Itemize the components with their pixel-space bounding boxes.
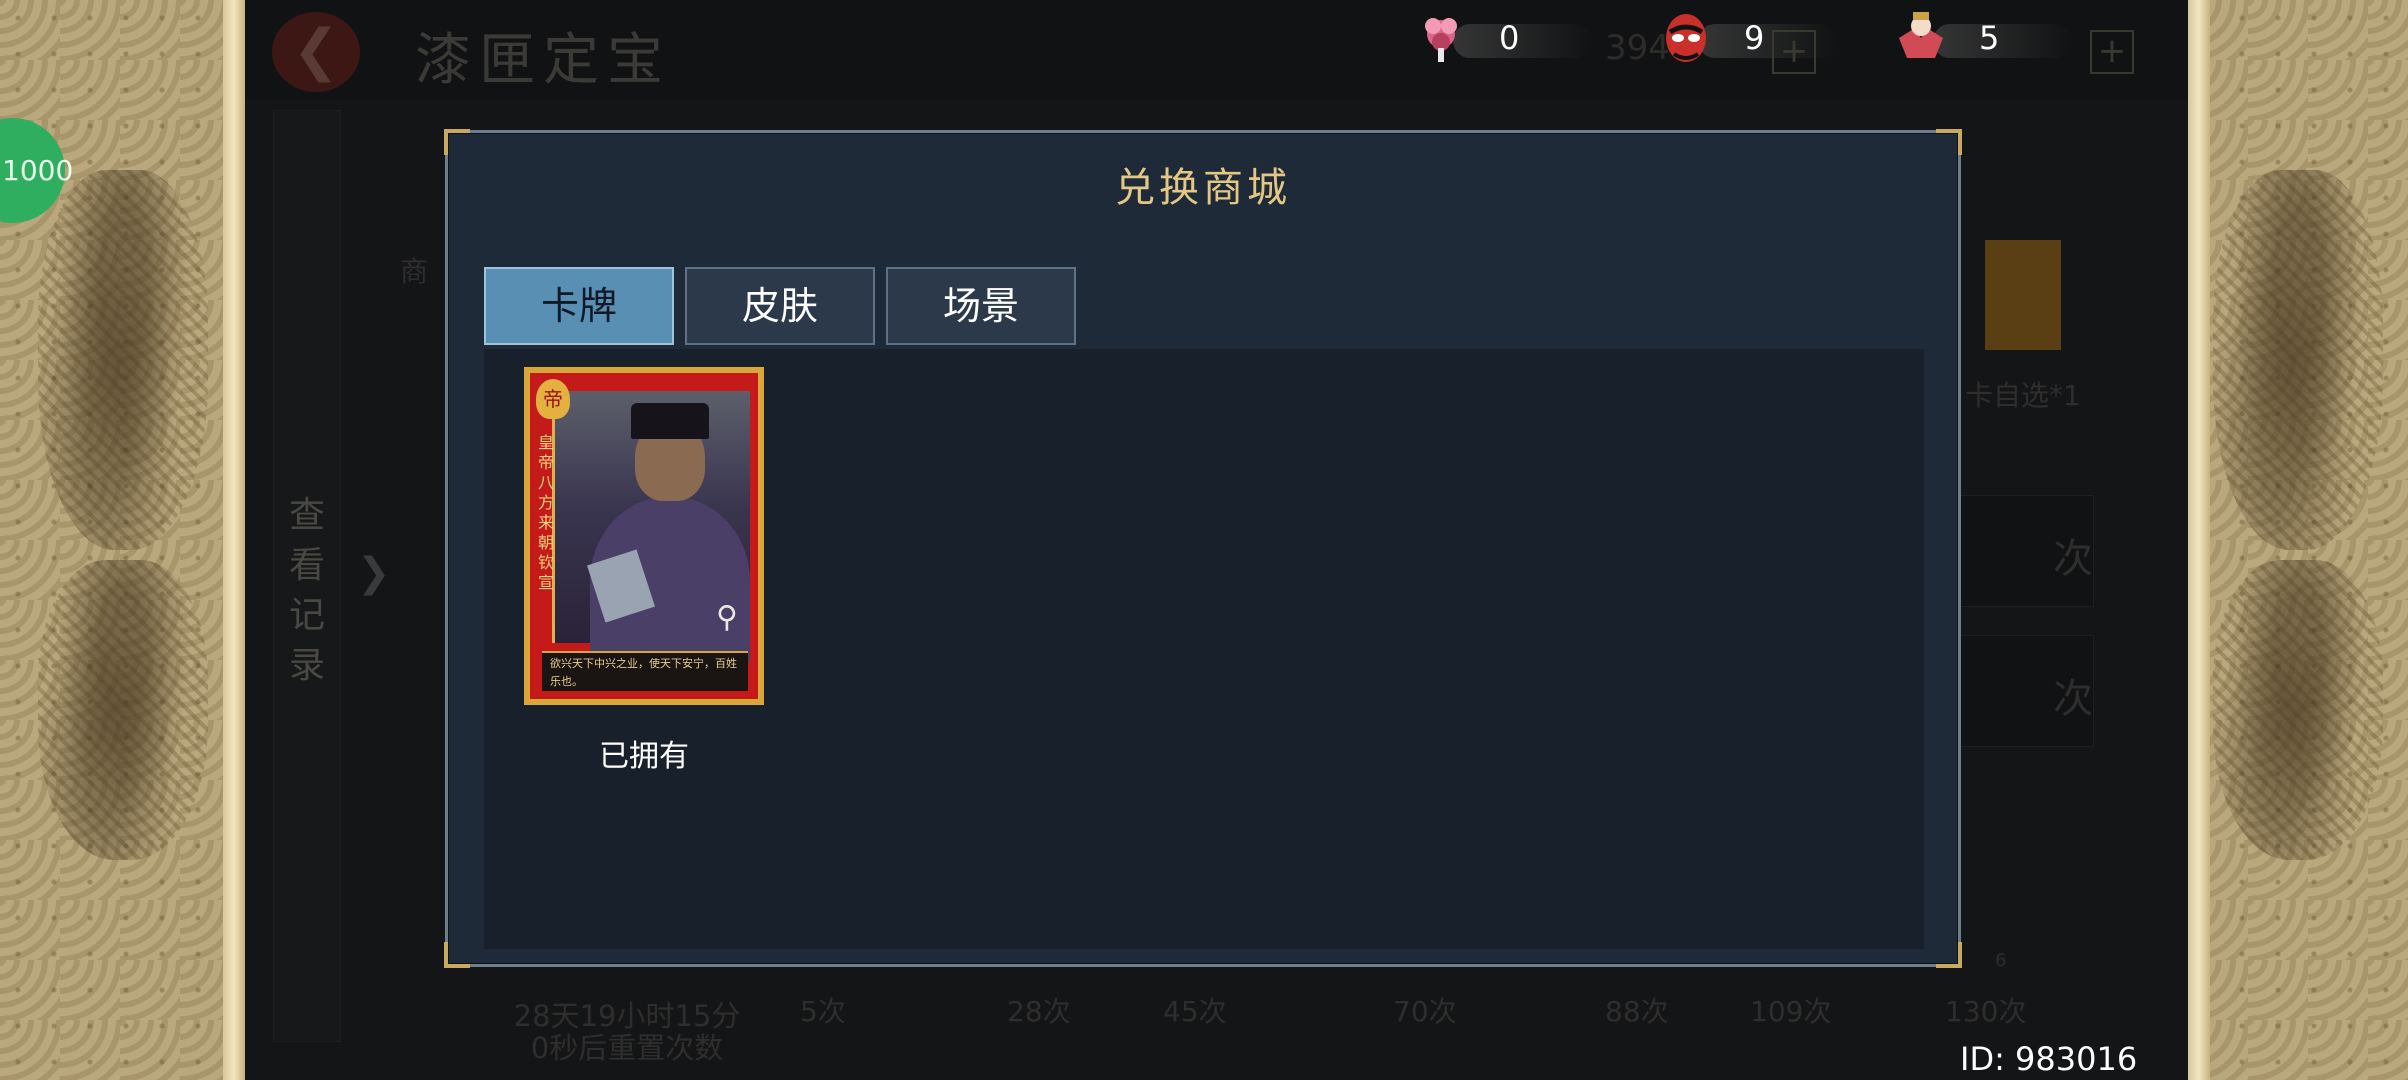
milestone-count: 88次 [1605, 995, 1669, 1028]
corner-ornament [1936, 942, 1962, 968]
dragon-ornament [37, 560, 208, 860]
screen-title: 漆匣定宝 [415, 28, 671, 93]
left-decorative-panel: 1000 [0, 0, 245, 1080]
reward-item-label: 卡自选*1 [1965, 379, 2081, 412]
view-records-label: 查看记录 [288, 495, 325, 686]
item-grid: 帝 皇帝八方来朝 钦宣 ⚲ 欲兴天下中兴之业，使天下安宁，百姓乐也。 已拥有 [484, 349, 1924, 949]
resource-value: 5 [1979, 19, 2000, 57]
panel-frame [2188, 0, 2210, 1080]
plus-button[interactable]: + [2090, 30, 2134, 74]
milestone-count: 45次 [1163, 995, 1227, 1028]
milestone-count: 5次 [800, 995, 846, 1028]
owned-status: 已拥有 [599, 739, 689, 774]
right-decorative-panel [2188, 0, 2408, 1080]
reward-item-icon [1985, 240, 2061, 350]
shop-label: 商 [400, 255, 429, 288]
dragon-ornament [37, 170, 208, 550]
resource-value: 0 [1499, 19, 1520, 57]
milestone-count: 130次 [1945, 995, 2027, 1028]
view-records-button[interactable]: 查看记录 [273, 110, 341, 1042]
draw-button[interactable]: 次 [1942, 495, 2094, 607]
card-side-text: 皇帝八方来朝 钦宣 [537, 433, 554, 592]
tab-cards[interactable]: 卡牌 [484, 267, 674, 345]
chevron-right-icon: ❯ [357, 550, 391, 596]
tab-scenes[interactable]: 场景 [886, 267, 1076, 345]
reset-timer: 28天19小时15分0秒后重置次数 [513, 999, 741, 1065]
corner-ornament [444, 942, 470, 968]
side-badge[interactable]: 1000 [0, 118, 73, 223]
resource-value: 9 [1744, 19, 1765, 57]
back-button[interactable]: ❮ [272, 12, 360, 92]
milestone-badge: 6 [1995, 950, 2007, 971]
card-name: 钦宣 [537, 553, 554, 592]
flower-token-icon [1425, 18, 1457, 62]
dragon-ornament [2213, 170, 2383, 550]
card-item[interactable]: 帝 皇帝八方来朝 钦宣 ⚲ 欲兴天下中兴之业，使天下安宁，百姓乐也。 [524, 367, 764, 705]
dim-counter: 394 [1605, 28, 1670, 68]
milestone-count: 109次 [1750, 995, 1832, 1028]
corner-ornament [444, 129, 470, 155]
panel-frame [223, 0, 245, 1080]
top-bar: ❮ 漆匣定宝 0 9 5 394 + + [245, 0, 2188, 100]
dragon-ornament [2213, 560, 2383, 860]
back-arrow-icon: ❮ [292, 18, 340, 83]
player-id: ID: 983016 [1960, 1040, 2138, 1078]
milestone-count: 28次 [1007, 995, 1071, 1028]
emperor-emblem-icon: 帝 [536, 379, 570, 419]
corner-ornament [1936, 129, 1962, 155]
draw-button[interactable]: 次 [1942, 635, 2094, 747]
opera-figure-icon [1899, 12, 1943, 58]
magnifier-icon[interactable]: ⚲ [710, 601, 744, 635]
dialog-title: 兑换商城 [1115, 165, 1291, 211]
tab-skins[interactable]: 皮肤 [685, 267, 875, 345]
plus-button[interactable]: + [1772, 30, 1816, 74]
card-description: 欲兴天下中兴之业，使天下安宁，百姓乐也。 [542, 651, 748, 691]
milestone-count: 70次 [1393, 995, 1457, 1028]
exchange-shop-dialog: 兑换商城 卡牌 皮肤 场景 帝 皇帝八方来朝 钦宣 ⚲ 欲兴天下中兴之业，使天下… [444, 129, 1962, 968]
